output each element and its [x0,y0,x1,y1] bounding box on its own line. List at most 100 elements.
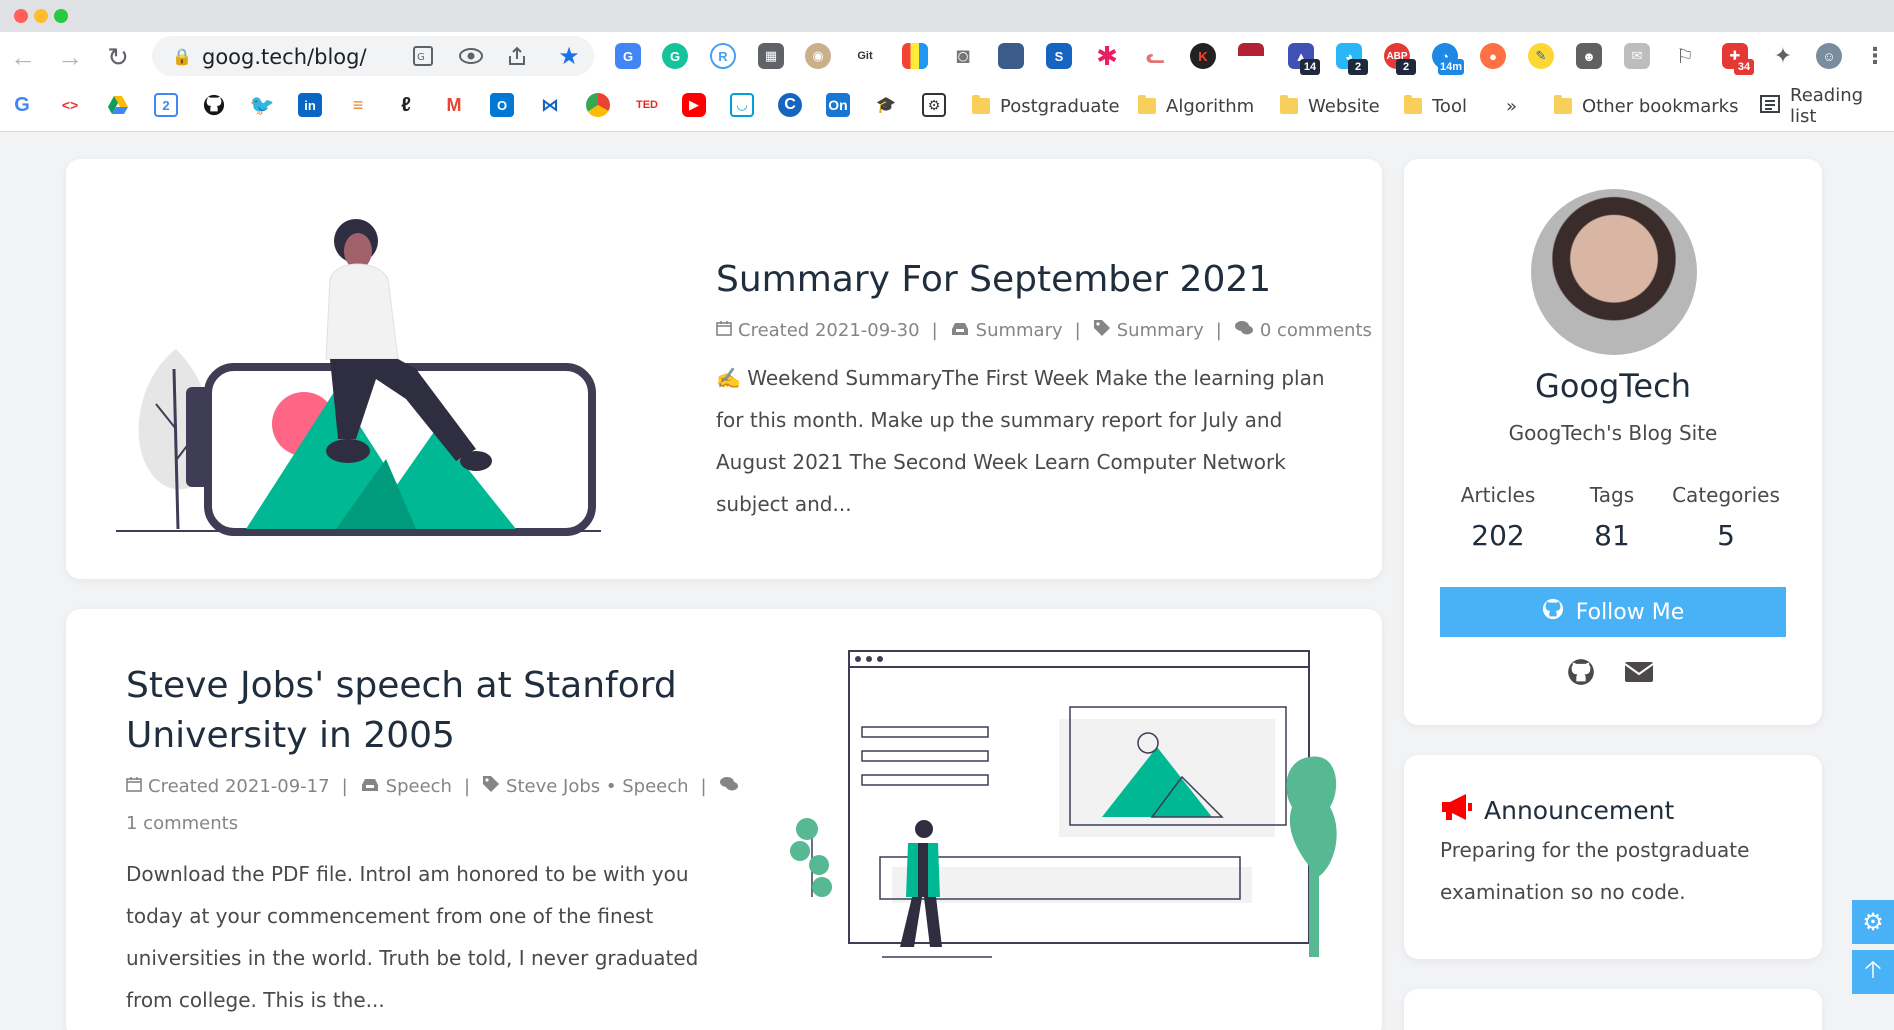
close-window-button[interactable] [14,9,28,23]
pen-extension-icon[interactable]: ✎ [1528,43,1554,69]
eye-icon[interactable] [458,43,484,69]
asterisk-extension-icon[interactable]: ✱ [1094,41,1120,71]
post-cover-image[interactable] [782,647,1342,1017]
post-category-link[interactable]: Speech [386,776,452,797]
menu-dots-icon[interactable]: ⋮ [1862,43,1888,69]
timer-extension-icon[interactable]: ◔ 14m [1432,43,1464,75]
stat-articles[interactable]: Articles 202 [1438,483,1558,552]
stackoverflow-icon[interactable]: ≡ [346,93,370,117]
twitter-icon[interactable]: 🐦 [250,93,274,117]
post-comments-link[interactable]: 0 comments [1260,320,1372,341]
calendar-icon [716,320,732,341]
bookmarks-bar: G <> 2 🐦 in ≡ ℓ M O ⋈ TED ▶ ◡ C On 🎓 ⚙ P… [0,80,1894,132]
translate-icon[interactable]: G [410,43,436,69]
post-comments-link[interactable]: 1 comments [126,813,238,834]
r-extension-icon[interactable]: R [710,43,736,69]
linkedin-icon[interactable]: in [298,93,322,117]
ghost-extension-icon[interactable]: ◕ 2 [1336,43,1368,75]
author-avatar[interactable] [1531,189,1697,355]
stat-label: Tags [1589,483,1635,507]
calendar-icon[interactable]: 2 [154,93,178,117]
address-bar[interactable]: 🔒 goog.tech/blog/ G ★ [152,36,594,76]
microsoft-icon[interactable]: ⋈ [538,93,562,117]
folder-label: Postgraduate [1000,95,1120,117]
settings-float-button[interactable]: ⚙ [1852,900,1894,944]
stat-value: 202 [1471,519,1525,552]
mail-off-icon[interactable]: ✉ [1624,43,1650,69]
stat-value: 81 [1594,519,1630,552]
slack-like-icon[interactable]: ✚ 34 [1722,43,1754,75]
camera-icon[interactable]: ◙ [950,43,976,69]
app-icon[interactable]: ⚙ [922,93,946,117]
color-picker-icon[interactable] [902,43,928,69]
stat-label: Articles [1460,483,1536,507]
c-icon[interactable]: C [778,93,802,117]
github-icon[interactable] [202,93,226,117]
google-icon[interactable]: G [10,93,34,117]
share-icon[interactable] [504,43,530,69]
profile-avatar[interactable]: ☺ [1816,43,1842,69]
screenshot-icon[interactable] [998,43,1024,69]
flag-extension-icon[interactable] [1238,43,1264,69]
avatar-extension-icon[interactable]: ☻ [1576,43,1602,69]
bookmark-star-icon[interactable]: ★ [556,43,582,70]
s-extension-icon[interactable]: S [1046,43,1072,69]
other-bookmarks-folder[interactable]: Other bookmarks [1554,92,1738,120]
post-card[interactable]: Steve Jobs' speech at Stanford Universit… [66,609,1382,1030]
post-title[interactable]: Summary For September 2021 [716,255,1271,305]
ted-icon[interactable]: TED [632,93,662,117]
google-drive-icon[interactable] [106,93,130,117]
post-cover-image[interactable] [116,199,616,539]
stat-categories[interactable]: Categories 5 [1666,483,1786,552]
gmail-icon[interactable]: M [442,93,466,117]
outlook-icon[interactable]: O [490,93,514,117]
bookmarks-overflow-button[interactable]: » [1506,92,1517,120]
adblock-icon[interactable]: ABP 2 [1384,43,1416,75]
forward-button[interactable]: → [55,42,85,72]
owl-extension-icon[interactable]: ◉ [805,43,831,69]
dev-icon[interactable]: <> [58,93,82,117]
tab-manager-icon[interactable]: ▦ [758,43,784,69]
post-tags-link[interactable]: Steve Jobs • Speech [506,776,689,797]
post-card[interactable]: Summary For September 2021 Created 2021-… [66,159,1382,579]
author-name: GoogTech [1535,367,1691,405]
cap-extension-icon[interactable]: ▲ 14 [1288,43,1320,75]
reading-list-button[interactable]: Reading list [1760,85,1894,127]
youtube-icon[interactable]: ▶ [682,93,706,117]
k-extension-icon[interactable]: K [1190,43,1216,69]
graduation-cap-icon[interactable]: 🎓 [874,93,898,117]
post-title[interactable]: Steve Jobs' speech at Stanford Universit… [126,661,686,761]
grammarly-icon[interactable]: G [662,43,688,69]
google-translate-extension-icon[interactable]: G [615,43,641,69]
stat-tags[interactable]: Tags 81 [1552,483,1672,552]
follow-me-button[interactable]: Follow Me [1440,587,1786,637]
address-url[interactable]: goog.tech/blog/ [202,45,367,69]
extensions-puzzle-icon[interactable]: ✦ [1770,43,1796,69]
bookmark-folder-postgraduate[interactable]: Postgraduate [972,92,1120,120]
cat-extension-icon[interactable]: ᓚ [1142,43,1168,69]
bookmark-icon[interactable]: ⚐ [1672,43,1698,69]
folder-icon [1404,95,1422,114]
chrome-icon[interactable] [586,93,610,117]
gitzip-icon[interactable]: Git [852,43,878,69]
back-button[interactable]: ← [8,42,38,72]
leetcode-icon[interactable]: ℓ [394,93,418,117]
on-icon[interactable]: On [826,93,850,117]
bookmark-folder-website[interactable]: Website [1280,92,1380,120]
badge-count: 14m [1437,59,1464,75]
back-to-top-button[interactable]: 🡡 [1852,950,1894,994]
bilibili-icon[interactable]: ◡ [730,93,754,117]
minimize-window-button[interactable] [34,9,48,23]
post-created-date: Created 2021-09-17 [148,776,330,797]
bookmark-folder-tool[interactable]: Tool [1404,92,1467,120]
reload-button[interactable]: ↻ [103,42,133,72]
github-social-icon[interactable] [1566,657,1596,687]
bookmark-folder-algorithm[interactable]: Algorithm [1138,92,1254,120]
post-tags-link[interactable]: Summary [1117,320,1204,341]
firefox-like-icon[interactable]: ● [1480,43,1506,69]
maximize-window-button[interactable] [54,9,68,23]
post-category-link[interactable]: Summary [976,320,1063,341]
lock-icon[interactable]: 🔒 [172,47,192,67]
email-icon[interactable] [1624,657,1654,687]
badge-count: 2 [1348,59,1368,75]
